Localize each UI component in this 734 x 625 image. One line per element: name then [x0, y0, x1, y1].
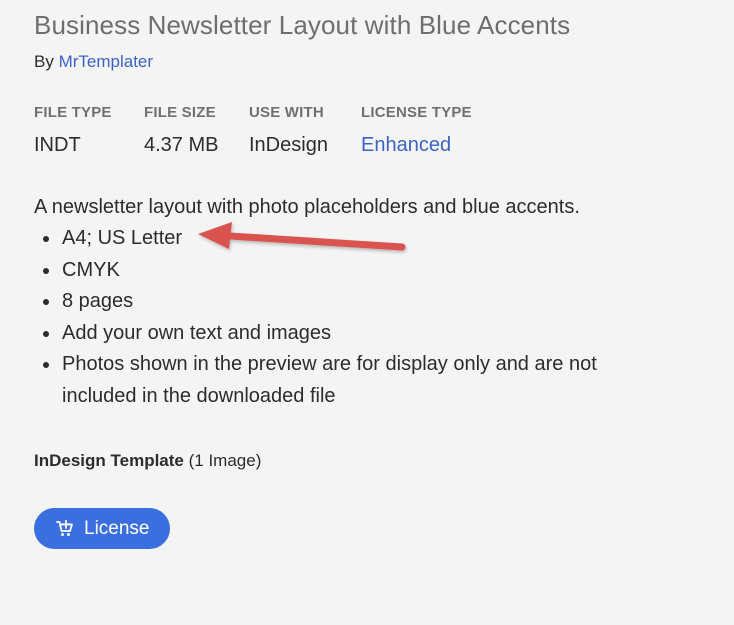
page-title: Business Newsletter Layout with Blue Acc… — [34, 10, 571, 40]
list-item: Add your own text and images — [43, 318, 694, 350]
byline: By MrTemplater — [34, 52, 694, 72]
by-label: By — [34, 52, 54, 71]
file-size: FILE SIZE 4.37 MB — [144, 104, 249, 157]
author-link[interactable]: MrTemplater — [59, 52, 153, 71]
use-with-label: USE WITH — [249, 104, 324, 121]
metadata-row: FILE TYPE INDT FILE SIZE 4.37 MB USE WIT… — [34, 104, 694, 157]
description-text: A newsletter layout with photo placehold… — [34, 196, 580, 218]
license-button[interactable]: License — [34, 508, 170, 549]
cart-plus-icon — [56, 519, 74, 538]
license-type-link[interactable]: Enhanced — [361, 133, 521, 157]
license-type-label: LICENSE TYPE — [361, 104, 472, 121]
template-name: InDesign Template — [34, 451, 184, 470]
file-size-value: 4.37 MB — [144, 134, 219, 156]
use-with-value: InDesign — [249, 134, 328, 156]
list-item: CMYK — [43, 255, 694, 287]
license-type: LICENSE TYPE Enhanced — [361, 104, 521, 157]
file-size-label: FILE SIZE — [144, 104, 216, 121]
use-with: USE WITH InDesign — [249, 104, 361, 157]
file-type-label: FILE TYPE — [34, 104, 112, 121]
license-button-label: License — [84, 517, 150, 539]
list-item: Photos shown in the preview are for disp… — [43, 349, 694, 412]
template-count: (1 Image) — [188, 451, 262, 470]
file-type: FILE TYPE INDT — [34, 104, 144, 157]
feature-list: A4; US Letter CMYK 8 pages Add your own … — [34, 223, 694, 412]
list-item: A4; US Letter — [43, 223, 694, 255]
template-info: InDesign Template (1 Image) — [34, 450, 694, 472]
list-item: 8 pages — [43, 286, 694, 318]
asset-details: Business Newsletter Layout with Blue Acc… — [34, 10, 694, 549]
file-type-value: INDT — [34, 134, 81, 156]
